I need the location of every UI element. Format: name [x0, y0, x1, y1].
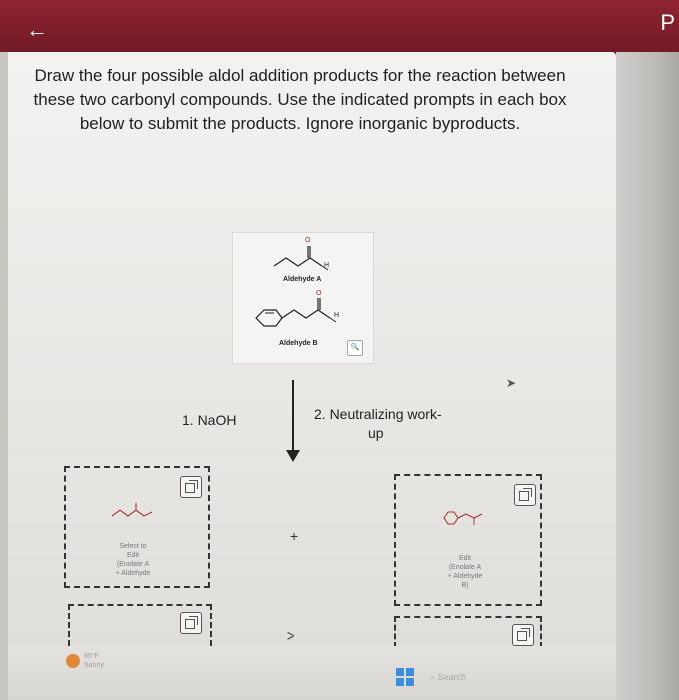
plus-sign: + — [290, 528, 299, 544]
aldehyde-a-hydrogen: H — [324, 262, 330, 269]
chevron-right-icon[interactable]: > — [287, 628, 294, 646]
weather-widget[interactable]: 85°F Sunny — [84, 652, 104, 670]
header-bar — [0, 0, 679, 60]
answer-box-1-caption: Select to Edit (Enolate A + Aldehyde — [108, 542, 158, 578]
zoom-icon[interactable]: 🔍 — [347, 340, 363, 356]
reaction-arrow-head — [286, 450, 300, 462]
edit-box-icon[interactable] — [180, 612, 202, 634]
aldehyde-b-label: Aldehyde B — [279, 340, 318, 347]
edit-box-icon[interactable] — [514, 484, 536, 506]
back-arrow-icon[interactable]: ← — [26, 18, 50, 42]
answer-box-2-caption-line-4: B) — [461, 582, 469, 589]
answer-box-1-caption-line-1: Select to — [119, 543, 147, 550]
aldehyde-b-hydrogen: H — [334, 312, 340, 319]
reagent-step-2-line2: up — [368, 425, 384, 441]
right-bezel — [616, 52, 679, 700]
cursor-icon: ➤ — [506, 376, 517, 390]
reagent-step-2-line1: 2. Neutralizing work- — [314, 406, 442, 422]
answer-box-1-caption-line-2: Edit — [126, 552, 140, 559]
answer-box-1-structure — [111, 503, 153, 517]
answer-box-2-caption: Edit (Enolate A + Aldehyde B) — [440, 554, 490, 590]
weather-temp: 85°F — [84, 653, 99, 660]
weather-icon — [66, 654, 80, 668]
aldehyde-b-oxygen: O — [316, 290, 322, 297]
answer-box-1-caption-line-4: + Aldehyde — [115, 570, 151, 577]
answer-box-2-caption-line-1: Edit — [458, 555, 472, 562]
reagent-step-1: 1. NaOH — [182, 412, 237, 428]
reaction-arrow — [292, 380, 294, 456]
search-label: Search — [437, 672, 467, 682]
corner-letter: P — [660, 10, 675, 35]
search-icon: ⌕ — [430, 672, 436, 682]
question-text: Draw the four possible aldol addition pr… — [33, 66, 567, 133]
answer-box-2-caption-line-2: (Enolate A — [448, 564, 482, 571]
aldehyde-a-oxygen: O — [305, 237, 311, 244]
answer-box-1-caption-line-3: (Enolate A — [116, 561, 150, 568]
aldehyde-a-label: Aldehyde A — [283, 276, 322, 283]
edit-box-icon[interactable] — [180, 476, 202, 498]
answer-box-2-structure — [443, 511, 483, 525]
left-bezel — [0, 52, 8, 700]
weather-desc: Sunny — [84, 662, 104, 669]
edit-box-icon[interactable] — [512, 624, 534, 646]
answer-box-2-caption-line-3: + Aldehyde — [447, 573, 483, 580]
taskbar-search[interactable]: ⌕ Search — [430, 668, 520, 686]
windows-icon[interactable] — [396, 668, 414, 686]
